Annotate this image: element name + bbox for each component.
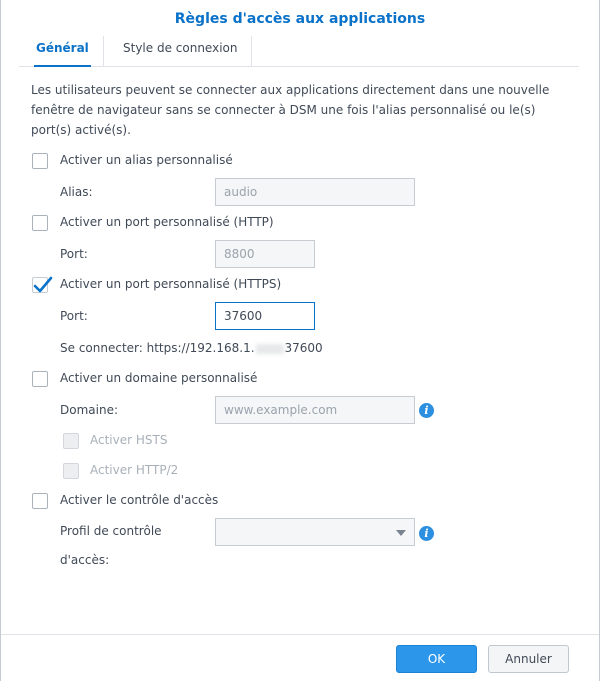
access-control-checkbox[interactable] <box>32 493 48 509</box>
redacted-ip <box>255 343 284 354</box>
http-port-checkbox-label: Activer un port personnalisé (HTTP) <box>60 215 274 229</box>
connect-url-text: Se connecter: https://192.168.1. 37600 <box>60 341 323 355</box>
checkmark-icon <box>33 276 53 293</box>
http2-checkbox[interactable] <box>63 463 79 479</box>
http-port-checkbox[interactable] <box>32 215 48 231</box>
domain-info-icon[interactable]: i <box>419 403 434 418</box>
domain-input[interactable]: www.example.com <box>215 396 415 424</box>
domain-field-label: Domaine: <box>60 403 118 417</box>
hsts-label: Activer HSTS <box>90 433 168 447</box>
https-port-checkbox[interactable] <box>32 276 53 293</box>
access-profile-select[interactable] <box>215 518 415 546</box>
https-port-field-label: Port: <box>60 309 88 323</box>
connect-url-port: 37600 <box>284 341 323 355</box>
ok-button[interactable]: OK <box>396 645 477 673</box>
dialog-title: Règles d'accès aux applications <box>174 11 426 27</box>
tab-general[interactable]: Général <box>22 36 104 67</box>
app-access-rules-dialog: Règles d'accès aux applications Général … <box>0 0 600 681</box>
http-port-input[interactable]: 8800 <box>215 240 315 268</box>
dialog-footer: OK Annuler <box>1 634 599 682</box>
access-profile-label-line1: Profil de contrôle <box>60 524 162 538</box>
tab-connection-style[interactable]: Style de connexion <box>109 36 253 66</box>
https-port-input[interactable]: 37600 <box>215 302 315 330</box>
chevron-down-icon <box>396 530 406 536</box>
cancel-button[interactable]: Annuler <box>488 645 569 673</box>
domain-checkbox-label: Activer un domaine personnalisé <box>60 371 258 385</box>
https-port-checkbox-label: Activer un port personnalisé (HTTPS) <box>60 277 282 291</box>
tab-bar: Général Style de connexion <box>19 36 579 67</box>
alias-checkbox-label: Activer un alias personnalisé <box>60 153 233 167</box>
domain-checkbox[interactable] <box>32 371 48 387</box>
access-profile-label-line2: d'accès: <box>60 553 110 567</box>
alias-checkbox[interactable] <box>32 153 48 169</box>
http-port-field-label: Port: <box>60 247 88 261</box>
http2-label: Activer HTTP/2 <box>90 463 179 477</box>
alias-field-label: Alias: <box>60 185 93 199</box>
alias-input[interactable]: audio <box>215 178 415 206</box>
description-text: Les utilisateurs peuvent se connecter au… <box>31 83 550 137</box>
hsts-checkbox[interactable] <box>63 433 79 449</box>
access-profile-info-icon[interactable]: i <box>419 526 434 541</box>
connect-url-prefix: Se connecter: https://192.168.1. <box>60 341 255 355</box>
access-control-checkbox-label: Activer le contrôle d'accès <box>60 493 219 507</box>
